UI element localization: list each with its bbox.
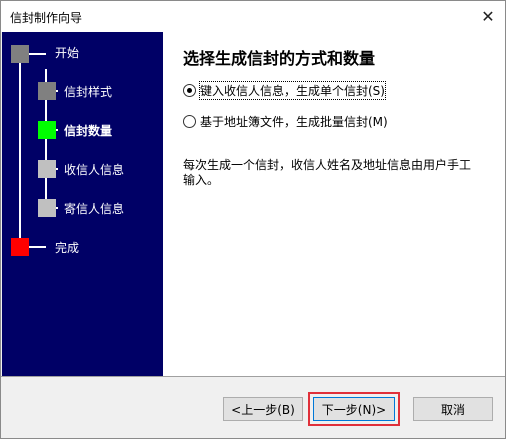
close-icon: ✕ — [481, 6, 495, 26]
page-title: 选择生成信封的方式和数量 — [183, 49, 376, 68]
step-label-quantity: 信封数量 — [64, 124, 113, 138]
radio-label-batch[interactable]: 基于地址簿文件，生成批量信封(M) — [200, 113, 388, 130]
step-marker-start — [11, 45, 29, 63]
envelope-wizard-window: 信封制作向导 ✕ 开始 信封样式 信封数量 收信人信息 寄信人信息 完成 选择生… — [0, 0, 506, 439]
radio-label-single[interactable]: 键入收信人信息，生成单个信封(S) — [199, 81, 386, 100]
wizard-footer: <上一步(B) 下一步(N)> 取消 — [1, 377, 505, 438]
step-marker-quantity — [38, 121, 56, 139]
wizard-content-panel: 选择生成信封的方式和数量 键入收信人信息，生成单个信封(S) 基于地址簿文件，生… — [163, 32, 505, 376]
next-button-highlight — [308, 392, 400, 426]
option-description: 每次生成一个信封，收信人姓名及地址信息由用户手工输入。 — [183, 158, 472, 187]
window-title: 信封制作向导 — [10, 11, 83, 25]
step-marker-finish — [11, 238, 29, 256]
step-label-recipient: 收信人信息 — [64, 163, 125, 177]
step-marker-recipient — [38, 160, 56, 178]
back-button[interactable]: <上一步(B) — [223, 397, 303, 421]
step-label-style: 信封样式 — [64, 85, 113, 99]
step-label-finish: 完成 — [55, 241, 80, 255]
radio-batch-envelope[interactable]: 基于地址簿文件，生成批量信封(M) — [183, 113, 388, 130]
step-marker-sender — [38, 199, 56, 217]
step-label-start: 开始 — [55, 46, 80, 60]
steps-main-line — [19, 47, 21, 242]
radio-single-envelope[interactable]: 键入收信人信息，生成单个信封(S) — [183, 81, 386, 100]
step-label-sender: 寄信人信息 — [64, 202, 125, 216]
title-bar: 信封制作向导 ✕ — [1, 1, 505, 32]
step-marker-style — [38, 82, 56, 100]
radio-button-single[interactable] — [183, 84, 196, 97]
cancel-button[interactable]: 取消 — [413, 397, 493, 421]
radio-button-batch[interactable] — [183, 115, 196, 128]
close-button[interactable]: ✕ — [475, 3, 501, 29]
wizard-steps-sidebar: 开始 信封样式 信封数量 收信人信息 寄信人信息 完成 — [2, 32, 163, 376]
